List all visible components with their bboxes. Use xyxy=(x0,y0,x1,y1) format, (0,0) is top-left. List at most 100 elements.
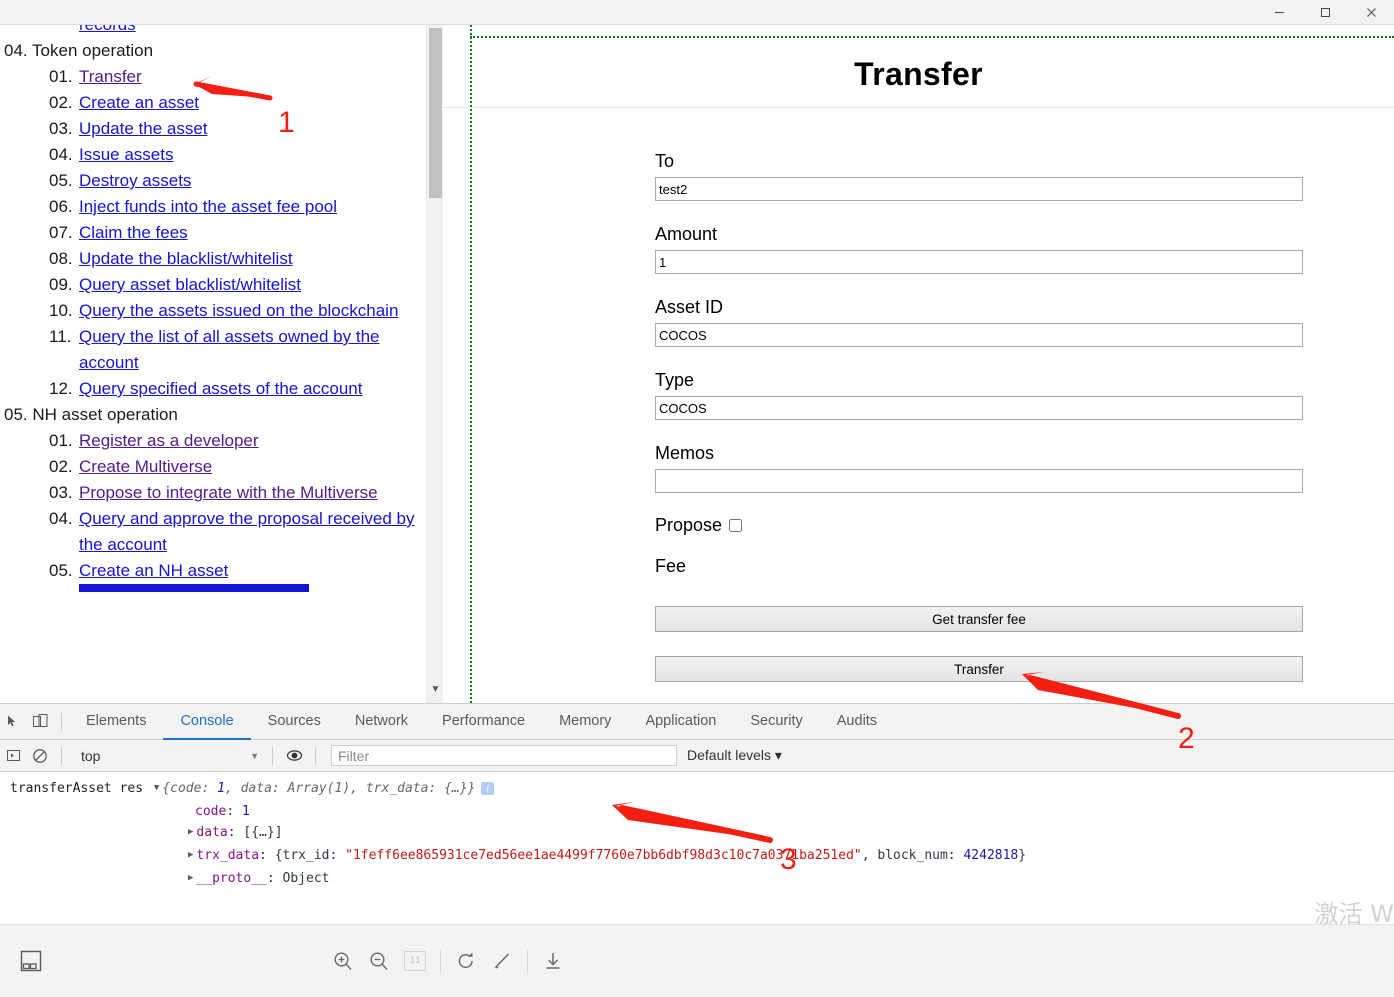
doc-nav-link[interactable]: Inject funds into the asset fee pool xyxy=(79,194,434,220)
filterbar-divider xyxy=(61,746,62,765)
field-label-type: Type xyxy=(655,370,695,390)
doc-nav-link[interactable]: Issue assets xyxy=(79,142,434,168)
console-log-label: transferAsset res xyxy=(10,781,144,796)
doc-nav-link[interactable]: Transfer xyxy=(79,64,434,90)
tab-application[interactable]: Application xyxy=(628,704,733,740)
tab-console[interactable]: Console xyxy=(163,704,251,740)
doc-nav-link[interactable]: Query and approve the proposal received … xyxy=(79,506,434,558)
doc-nav-link[interactable]: Destroy assets xyxy=(79,168,434,194)
info-badge-icon[interactable]: i xyxy=(481,782,495,795)
list-item: 01. Transfer xyxy=(49,64,434,90)
live-expression-eye-icon[interactable] xyxy=(280,738,308,774)
doc-nav-item-index: 01. xyxy=(49,67,73,86)
doc-nav-item-index: 01. xyxy=(49,431,73,450)
doc-nav-link[interactable]: Query asset blacklist/whitelist xyxy=(79,272,434,298)
zoom-in-icon[interactable] xyxy=(332,950,354,972)
console-context-select[interactable]: top ▼ xyxy=(75,745,265,767)
window-minimize-button[interactable] xyxy=(1256,0,1302,24)
console-property-key: trx_data xyxy=(196,848,260,863)
console-block-num: 4242818 xyxy=(963,848,1019,863)
console-log-levels-select[interactable]: Default levels ▾ xyxy=(687,747,782,764)
console-trx-mid: , block_num: xyxy=(861,848,964,863)
list-item: 05. Destroy assets xyxy=(49,168,434,194)
doc-nav-scrollbar-thumb[interactable] xyxy=(429,28,442,198)
form-field-memos: Memos xyxy=(655,442,1303,493)
doc-nav-link[interactable]: Query specified assets of the account xyxy=(79,376,434,402)
doc-nav-link[interactable]: Query the assets issued on the blockchai… xyxy=(79,298,434,324)
window-close-button[interactable] xyxy=(1348,0,1394,24)
doc-nav-partial-item-bottom[interactable] xyxy=(79,584,309,592)
fee-label: Fee xyxy=(655,556,687,576)
console-trx-id: "1feff6ee865931ce7ed56ee1ae4499f7760e7bb… xyxy=(345,848,862,863)
inspect-element-icon[interactable] xyxy=(0,704,26,740)
doc-nav-item-index: 12. xyxy=(49,379,73,398)
expand-triangle-icon[interactable]: ▶ xyxy=(188,845,193,866)
doc-nav-link[interactable]: Query the list of all assets owned by th… xyxy=(79,324,434,376)
tab-security[interactable]: Security xyxy=(733,704,819,740)
tab-sources[interactable]: Sources xyxy=(251,704,338,740)
doc-nav-item-index: 03. xyxy=(49,483,73,502)
zoom-out-icon[interactable] xyxy=(368,950,390,972)
download-icon[interactable] xyxy=(542,950,564,972)
list-item: 11. Query the list of all assets owned by… xyxy=(49,324,434,376)
doc-nav-scrollbar[interactable]: ▼ xyxy=(426,25,443,703)
doc-nav-item-index: 11. xyxy=(49,327,72,346)
rotate-icon[interactable] xyxy=(455,950,477,972)
console-filter-input[interactable] xyxy=(331,745,677,766)
doc-nav-link[interactable]: Update the blacklist/whitelist xyxy=(79,246,434,272)
list-item: 07. Claim the fees xyxy=(49,220,434,246)
console-log-entry: transferAsset res ▼ {code: 1, data: Array… xyxy=(0,778,1394,801)
console-property-row: ▶ __proto__: Object xyxy=(0,868,1394,889)
doc-nav-partial-item[interactable]: records xyxy=(4,25,434,38)
doc-nav-link[interactable]: Register as a developer xyxy=(79,428,434,454)
pencil-edit-icon[interactable] xyxy=(491,950,513,972)
tab-performance[interactable]: Performance xyxy=(425,704,542,740)
console-trx-open: {trx_id: xyxy=(274,848,346,863)
doc-nav-item-index: 07. xyxy=(49,223,73,242)
page-viewport: records04. Token operation01.Transfer02.… xyxy=(0,25,1394,703)
filterbar-divider-2 xyxy=(272,746,273,765)
propose-checkbox[interactable] xyxy=(729,519,743,532)
to-input[interactable] xyxy=(655,177,1303,201)
expand-triangle-icon[interactable]: ▶ xyxy=(188,822,193,843)
windows-activation-watermark-area: 激活 Wi xyxy=(0,889,1394,929)
form-field-amount: Amount xyxy=(655,223,1303,274)
list-item: 12. Query specified assets of the account xyxy=(49,376,434,402)
field-label-asset-id: Asset ID xyxy=(655,297,724,317)
doc-nav-link[interactable]: Create Multiverse xyxy=(79,454,434,480)
doc-nav-link[interactable]: Propose to integrate with the Multiverse xyxy=(79,480,434,506)
asset-id-input[interactable] xyxy=(655,323,1303,347)
expand-triangle-icon[interactable]: ▶ xyxy=(188,868,193,889)
console-sidebar-toggle-icon[interactable] xyxy=(0,738,26,774)
doc-nav-item-index: 02. xyxy=(49,93,73,112)
transfer-button[interactable]: Transfer xyxy=(655,656,1303,682)
doc-nav-item-index: 08. xyxy=(49,249,73,268)
clear-console-icon[interactable] xyxy=(26,738,54,774)
scroll-down-arrow-icon[interactable]: ▼ xyxy=(427,685,443,695)
doc-nav-link[interactable]: Create an asset xyxy=(79,90,434,116)
expand-triangle-icon[interactable]: ▼ xyxy=(154,778,159,799)
form-field-to: To xyxy=(655,150,1303,201)
type-input[interactable] xyxy=(655,396,1303,420)
toggle-device-toolbar-icon[interactable] xyxy=(26,704,54,740)
console-property-key: code xyxy=(195,804,227,819)
doc-nav-link[interactable]: Claim the fees xyxy=(79,220,434,246)
layout-panel-icon[interactable] xyxy=(0,949,62,973)
amount-input[interactable] xyxy=(655,250,1303,274)
console-trx-close: } xyxy=(1018,848,1027,863)
devtools-bottom-toolbar: 11 xyxy=(0,924,1394,997)
window-maximize-button[interactable] xyxy=(1302,0,1348,24)
tab-elements[interactable]: Elements xyxy=(69,704,163,740)
tab-network[interactable]: Network xyxy=(338,704,425,740)
list-item: 05. Create an NH asset xyxy=(49,558,434,584)
console-property-separator: : xyxy=(266,871,283,886)
memos-input[interactable] xyxy=(655,469,1303,493)
tab-audits[interactable]: Audits xyxy=(820,704,894,740)
doc-nav-link[interactable]: Update the asset xyxy=(79,116,434,142)
tab-memory[interactable]: Memory xyxy=(542,704,628,740)
doc-nav-link[interactable]: Create an NH asset xyxy=(79,558,434,584)
console-property-value: Object xyxy=(282,871,330,886)
console-property-row: ▶ data: [{…}] xyxy=(0,822,1394,845)
get-transfer-fee-button[interactable]: Get transfer fee xyxy=(655,606,1303,632)
doc-nav-group-title: 05. NH asset operation xyxy=(4,405,178,424)
